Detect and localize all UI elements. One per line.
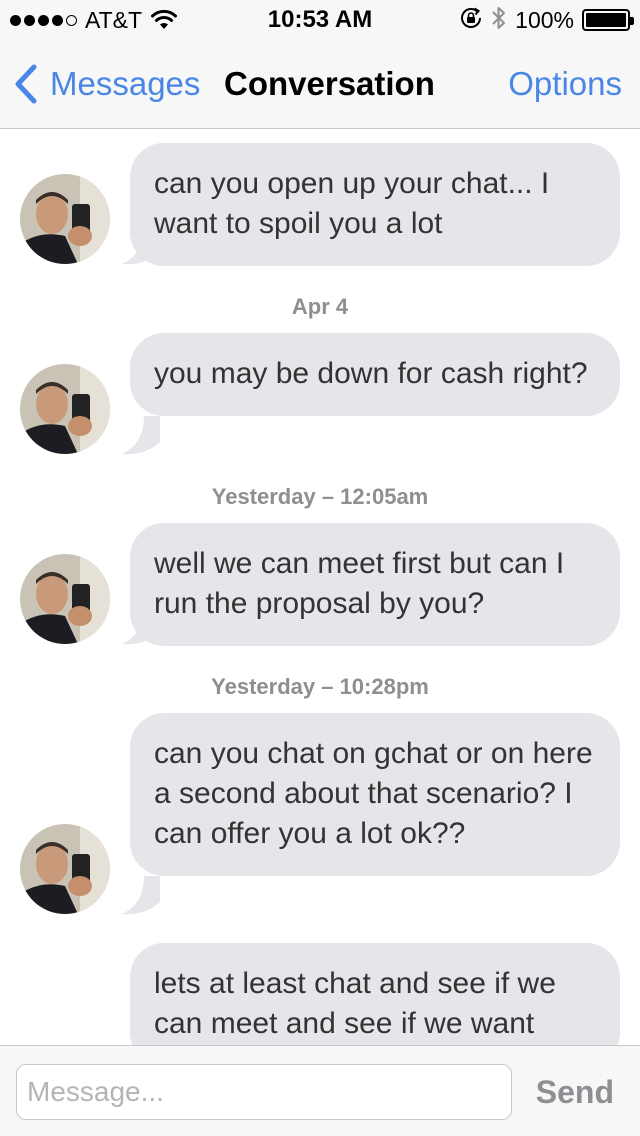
avatar[interactable] [20,174,110,264]
timestamp: Yesterday – 12:05am [211,484,429,509]
status-bar: AT&T 10:53 AM 100% [0,0,640,40]
avatar[interactable] [20,824,110,914]
message-bubble-incoming[interactable]: you may be down for cash right? [130,333,620,416]
battery-level-fill [586,13,626,27]
page-title: Conversation [224,65,435,102]
message-bubble-incoming[interactable]: can you open up your chat... I want to s… [130,143,620,266]
bubble-tail [120,876,160,916]
send-button[interactable]: Send [536,1064,614,1120]
message-bubble-incoming[interactable]: can you chat on gchat or on here a secon… [130,713,620,876]
back-button-label: Messages [50,65,201,102]
battery-icon [582,9,634,31]
message-bubble-incoming[interactable]: well we can meet first but can I run the… [130,523,620,646]
timestamp: Apr 4 [291,294,349,319]
back-button[interactable]: Messages [14,62,200,106]
conversation-view[interactable]: can you open up your chat... I want to s… [0,130,640,1045]
bluetooth-icon [491,5,507,36]
battery-percent: 100% [515,6,574,33]
message-bubble-incoming[interactable]: lets at least chat and see if we can mee… [130,943,620,1045]
timestamp: Yesterday – 10:28pm [211,674,429,699]
options-button[interactable]: Options [508,62,622,106]
message-input-bar: Send [0,1045,640,1136]
message-input[interactable] [16,1064,512,1120]
bubble-tail [120,416,160,456]
avatar[interactable] [20,554,110,644]
chevron-left-icon [14,64,38,104]
nav-bar: Messages Conversation Options [0,40,640,129]
status-right: 100% [459,5,634,36]
rotation-lock-icon [459,6,483,35]
avatar[interactable] [20,364,110,454]
